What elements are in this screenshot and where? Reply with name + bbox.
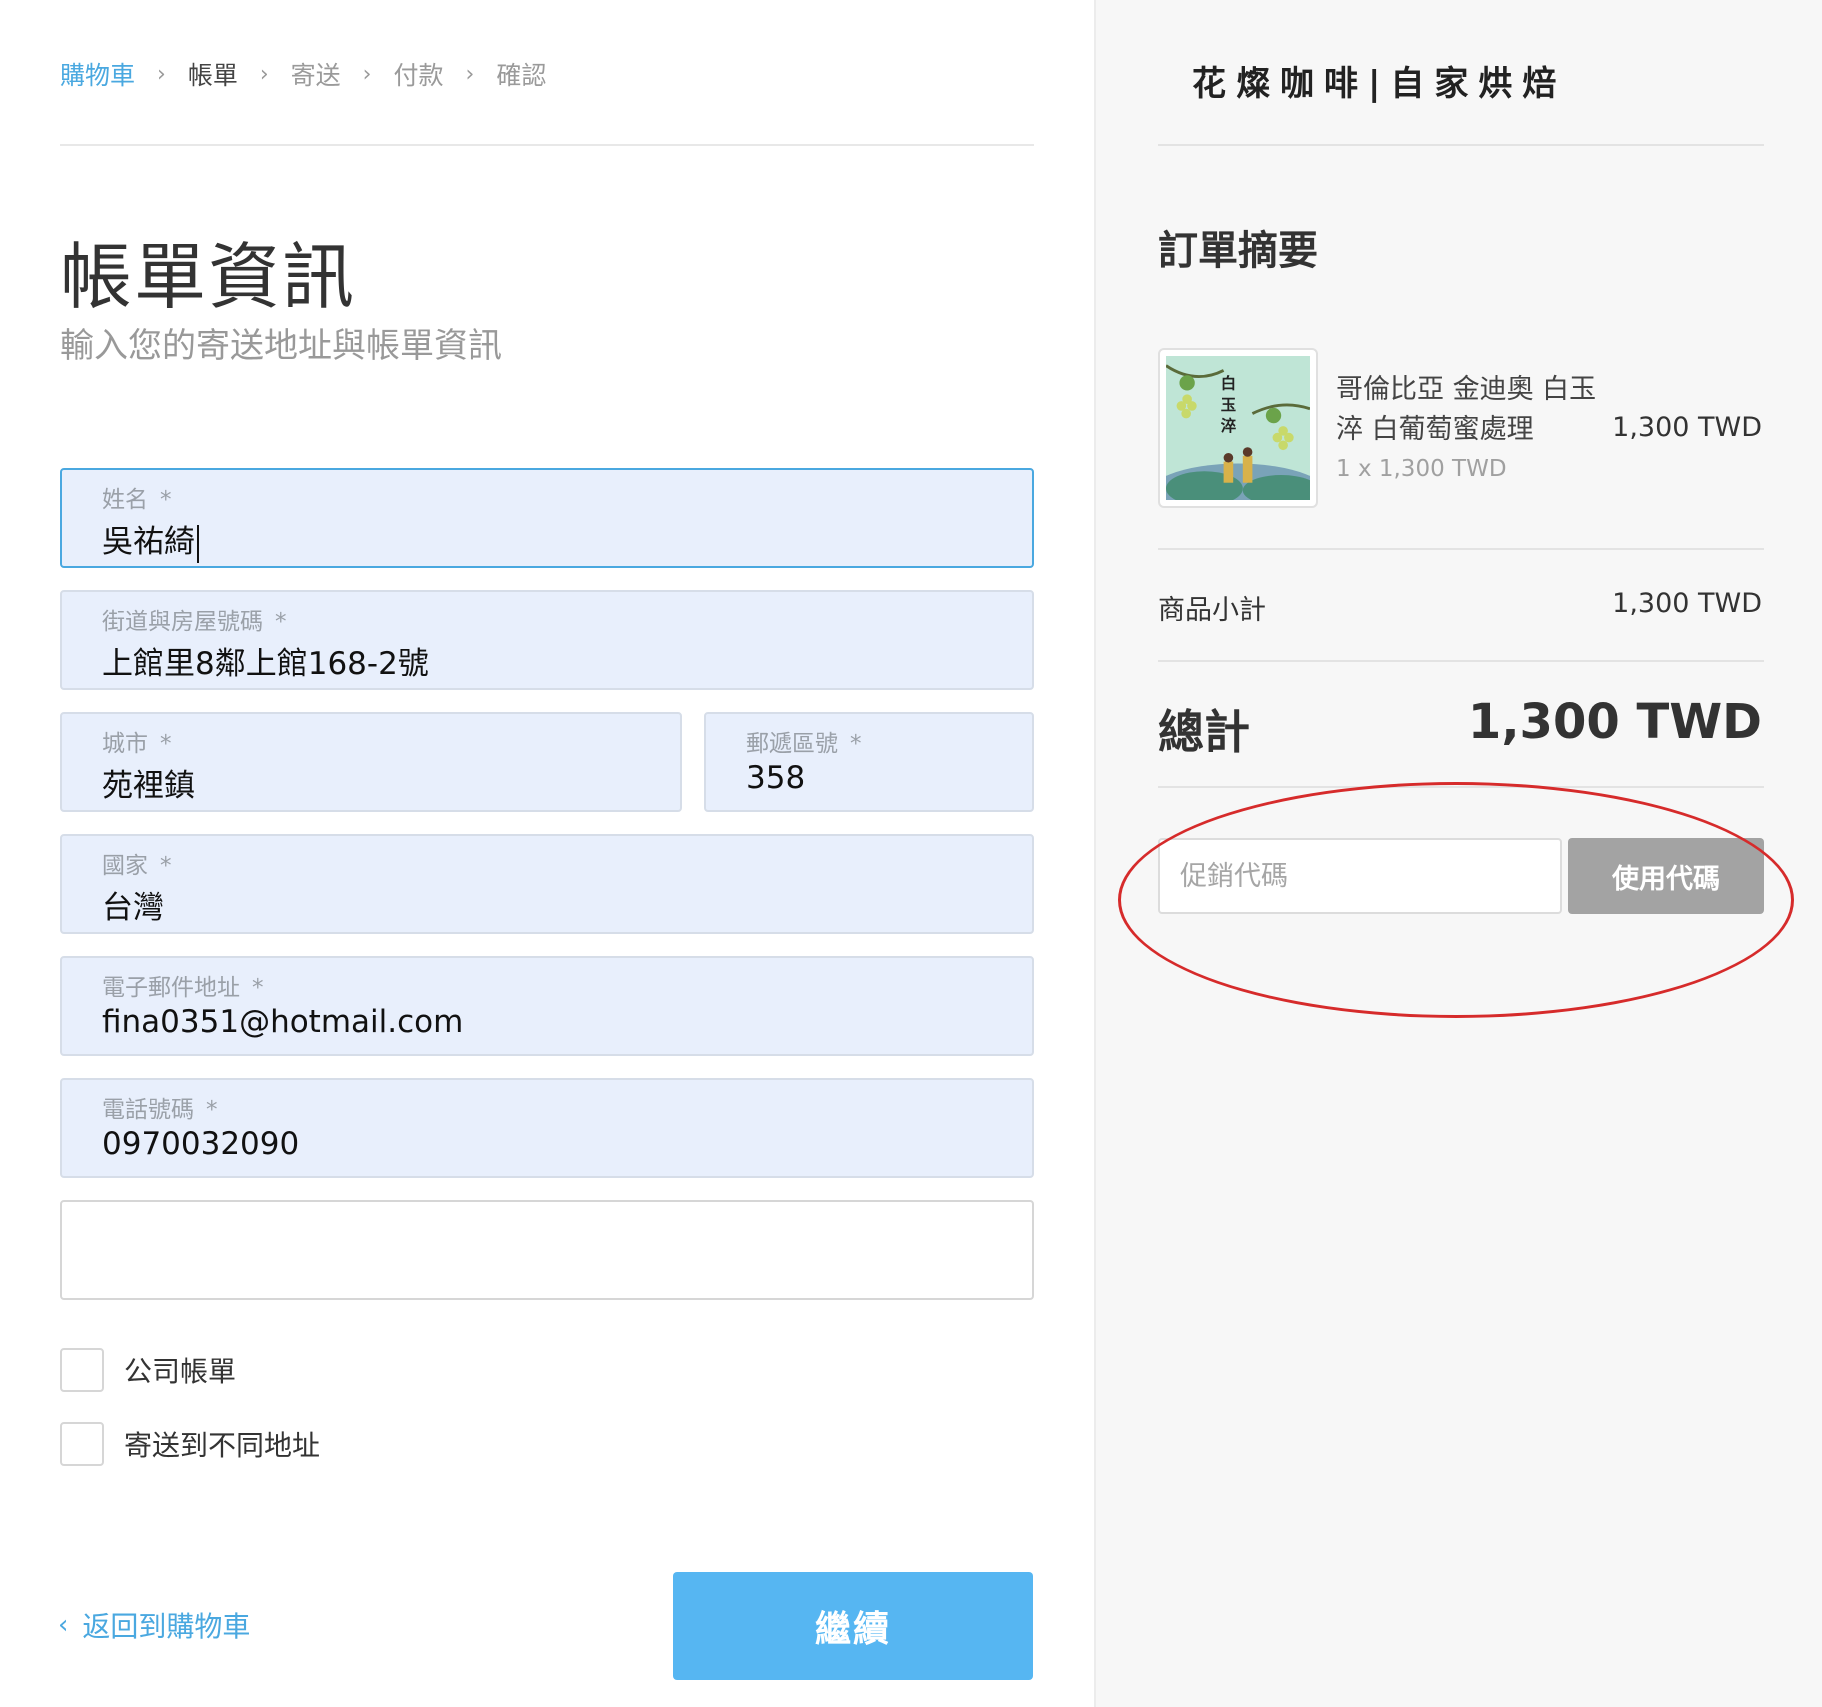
product-price: 1,300 TWD: [1612, 412, 1762, 443]
email-label: 電子郵件地址 *: [102, 968, 264, 1002]
product-thumbnail: 白 玉 淬: [1158, 348, 1318, 508]
required-mark: *: [160, 487, 172, 513]
company-billing-label: 公司帳單: [124, 1355, 237, 1388]
breadcrumb-cart-link[interactable]: 購物車: [60, 56, 135, 92]
email-value: fina0351@hotmail.com: [102, 1004, 464, 1040]
back-to-cart-label: 返回到購物車: [82, 1610, 251, 1643]
product-image: 白 玉 淬: [1166, 356, 1310, 500]
breadcrumb-separator-icon: ›: [362, 61, 372, 87]
product-image-text: 玉: [1221, 396, 1236, 414]
street-label-text: 街道與房屋號碼: [102, 609, 263, 635]
divider: [1158, 660, 1764, 662]
divider: [1158, 548, 1764, 550]
breadcrumb-billing: 帳單: [187, 61, 238, 90]
country-value: 台灣: [102, 890, 164, 926]
country-label: 國家 *: [102, 846, 172, 880]
breadcrumb-separator-icon: ›: [259, 61, 269, 87]
email-label-text: 電子郵件地址: [102, 975, 240, 1001]
company-billing-option[interactable]: 公司帳單: [60, 1348, 236, 1392]
breadcrumb-shipping: 寄送: [290, 61, 341, 90]
phone-label-text: 電話號碼: [102, 1097, 194, 1123]
divider: [1158, 786, 1764, 788]
phone-value: 0970032090: [102, 1126, 300, 1162]
phone-label: 電話號碼 *: [102, 1090, 218, 1124]
different-address-checkbox[interactable]: [60, 1422, 104, 1466]
name-label-text: 姓名: [102, 487, 148, 513]
product-name: 哥倫比亞 金迪奧 白玉淬 白葡萄蜜處理: [1336, 374, 1597, 445]
page-title: 帳單資訊: [60, 235, 357, 319]
breadcrumb-separator-icon: ›: [465, 61, 475, 87]
postal-value: 358: [746, 760, 806, 796]
required-mark: *: [206, 1097, 218, 1123]
subtotal-value: 1,300 TWD: [1612, 588, 1762, 619]
required-mark: *: [160, 853, 172, 879]
required-mark: *: [850, 731, 862, 757]
required-mark: *: [252, 975, 264, 1001]
order-summary-title: 訂單摘要: [1158, 228, 1318, 274]
different-address-label: 寄送到不同地址: [124, 1429, 321, 1462]
order-summary-panel: 花燦咖啡|自家烘焙 訂單摘要 白 玉 淬 哥倫比亞 金迪奧 白玉淬 白葡萄蜜處理…: [1094, 0, 1822, 1707]
breadcrumb-separator-icon: ›: [157, 61, 166, 87]
additional-info-field[interactable]: [60, 1200, 1034, 1300]
street-value: 上館里8鄰上館168-2號: [102, 646, 429, 682]
name-field[interactable]: 姓名 * 吳祐綺: [60, 468, 1034, 568]
breadcrumb: 購物車 › 帳單 › 寄送 › 付款 › 確認: [60, 56, 546, 92]
store-brand: 花燦咖啡|自家烘焙: [1192, 64, 1567, 104]
city-label: 城市 *: [102, 724, 172, 758]
product-image-text: 淬: [1221, 416, 1237, 435]
subtotal-label: 商品小計: [1158, 595, 1266, 626]
city-value: 苑裡鎮: [102, 768, 195, 804]
product-quantity: 1 x 1,300 TWD: [1336, 456, 1507, 482]
country-label-text: 國家: [102, 853, 148, 879]
continue-button[interactable]: 繼續: [673, 1572, 1033, 1680]
total-label: 總計: [1158, 705, 1250, 759]
postal-label: 郵遞區號 *: [746, 724, 862, 758]
billing-panel: 購物車 › 帳單 › 寄送 › 付款 › 確認 帳單資訊 輸入您的寄送地址與帳單…: [0, 0, 1094, 1707]
company-billing-checkbox[interactable]: [60, 1348, 104, 1392]
postal-code-field[interactable]: 郵遞區號 * 358: [704, 712, 1034, 812]
required-mark: *: [160, 731, 172, 757]
breadcrumb-payment: 付款: [393, 61, 444, 90]
required-mark: *: [275, 609, 287, 635]
street-label: 街道與房屋號碼 *: [102, 602, 287, 636]
city-label-text: 城市: [102, 731, 148, 757]
back-to-cart-link[interactable]: ‹ 返回到購物車: [58, 1605, 250, 1645]
apply-promo-button[interactable]: 使用代碼: [1568, 838, 1764, 914]
country-field[interactable]: 國家 * 台灣: [60, 834, 1034, 934]
promo-code-input[interactable]: [1158, 838, 1562, 914]
name-value-wrap: 吳祐綺: [102, 516, 199, 563]
email-field[interactable]: 電子郵件地址 * fina0351@hotmail.com: [60, 956, 1034, 1056]
divider: [60, 144, 1034, 146]
divider: [1158, 144, 1764, 146]
product-image-text: 白: [1221, 374, 1236, 393]
page-subtitle: 輸入您的寄送地址與帳單資訊: [60, 326, 502, 366]
street-field[interactable]: 街道與房屋號碼 * 上館里8鄰上館168-2號: [60, 590, 1034, 690]
text-caret: [197, 524, 199, 563]
city-field[interactable]: 城市 * 苑裡鎮: [60, 712, 682, 812]
phone-field[interactable]: 電話號碼 * 0970032090: [60, 1078, 1034, 1178]
name-value: 吳祐綺: [102, 524, 195, 560]
total-value: 1,300 TWD: [1467, 694, 1762, 750]
breadcrumb-confirm: 確認: [496, 61, 547, 90]
chevron-left-icon: ‹: [58, 1610, 69, 1640]
postal-label-text: 郵遞區號: [746, 731, 838, 757]
different-address-option[interactable]: 寄送到不同地址: [60, 1422, 320, 1466]
name-label: 姓名 *: [102, 480, 172, 514]
